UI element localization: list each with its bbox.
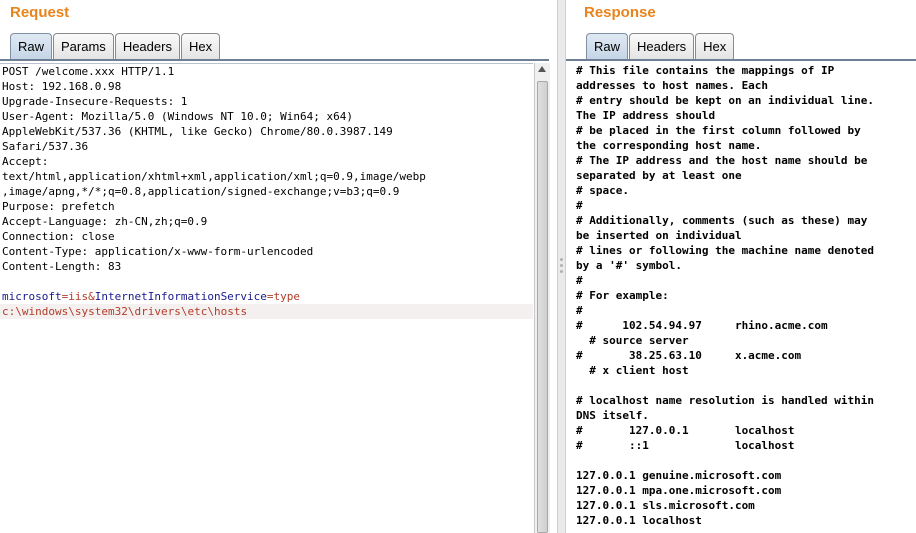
- response-line: # 38.25.63.10 x.acme.com: [576, 349, 802, 362]
- request-editor[interactable]: POST /welcome.xxx HTTP/1.1 Host: 192.168.…: [0, 63, 533, 533]
- response-tab-hex[interactable]: Hex: [695, 33, 735, 59]
- response-line: #: [576, 199, 583, 212]
- request-line: Purpose: prefetch: [2, 200, 115, 213]
- response-line: # 102.54.94.97 rhino.acme.com: [576, 319, 828, 332]
- response-line: The IP address should: [576, 109, 716, 122]
- request-tab-hex[interactable]: Hex: [180, 33, 221, 59]
- request-line: Safari/537.36: [2, 140, 89, 153]
- scroll-up-arrow-icon[interactable]: [538, 66, 546, 72]
- response-tab-underline: [566, 59, 916, 61]
- request-tab-headers[interactable]: Headers: [114, 33, 180, 59]
- response-line: # Additionally, comments (such as these)…: [576, 214, 868, 227]
- response-line: be inserted on individual: [576, 229, 742, 242]
- request-line: Accept-Language: zh-CN,zh;q=0.9: [2, 215, 208, 228]
- request-header-lines: POST /welcome.xxx HTTP/1.1 Host: 192.168.…: [0, 64, 533, 289]
- request-line: AppleWebKit/537.36 (KHTML, like Gecko) C…: [2, 125, 393, 138]
- response-line: 127.0.0.1 localhost: [576, 514, 702, 527]
- response-line: DNS itself.: [576, 409, 649, 422]
- split-divider[interactable]: [557, 0, 566, 533]
- response-tab-raw[interactable]: Raw: [586, 33, 629, 59]
- grip-dot-icon: [560, 264, 563, 267]
- response-line: # This file contains the mappings of IP: [576, 64, 835, 77]
- response-line: by a '#' symbol.: [576, 259, 682, 272]
- request-tabs: Raw Params Headers Hex: [10, 33, 221, 59]
- response-line: # localhost name resolution is handled w…: [576, 394, 875, 407]
- body-param-key: microsoft: [2, 290, 62, 303]
- path-separator: \: [68, 305, 75, 318]
- body-param-value: type: [273, 290, 301, 303]
- request-line: [0, 274, 533, 289]
- response-line: #: [576, 274, 583, 287]
- path-segment: windows: [21, 305, 69, 318]
- request-line: text/html,application/xhtml+xml,applicat…: [2, 170, 426, 183]
- response-line: addresses to host names. Each: [576, 79, 769, 92]
- request-line: Connection: close: [2, 230, 115, 243]
- request-title: Request: [10, 4, 70, 21]
- path-separator: \: [15, 305, 22, 318]
- request-body-line-1: microsoft = iis&InternetInformationService…: [0, 289, 533, 304]
- request-tab-underline: [0, 59, 549, 61]
- path-segment: hosts: [213, 305, 248, 318]
- response-line: # The IP address and the host name shoul…: [576, 154, 868, 167]
- response-line: # ::1 localhost: [576, 439, 795, 452]
- request-line: Upgrade-Insecure-Requests: 1: [2, 95, 188, 108]
- path-segment: drivers: [134, 305, 181, 318]
- response-line: # source server: [576, 334, 689, 347]
- response-line: [572, 453, 916, 468]
- request-line: Content-Type: application/x-www-form-url…: [2, 245, 314, 258]
- grip-dot-icon: [560, 258, 563, 261]
- response-tab-headers[interactable]: Headers: [629, 33, 695, 59]
- request-line: POST /welcome.xxx HTTP/1.1: [2, 65, 175, 78]
- response-line: # be placed in the first column followed…: [576, 124, 861, 137]
- response-line: # 127.0.0.1 localhost: [576, 424, 795, 437]
- request-body-line-2: c:\windows\system32\drivers\etc\hosts: [0, 304, 533, 319]
- request-tab-raw[interactable]: Raw: [10, 33, 53, 59]
- scrollbar-thumb[interactable]: [537, 81, 548, 533]
- body-param-key: InternetInformationService: [94, 290, 267, 303]
- request-line: User-Agent: Mozilla/5.0 (Windows NT 10.0…: [2, 110, 353, 123]
- request-pane: Request Raw Params Headers Hex POST /wel…: [0, 0, 557, 533]
- response-line: 127.0.0.1 genuine.microsoft.com: [576, 469, 782, 482]
- response-title: Response: [584, 4, 656, 21]
- response-line: separated by at least one: [576, 169, 742, 182]
- response-line: 127.0.0.1 sls.microsoft.com: [576, 499, 755, 512]
- response-line: [572, 378, 916, 393]
- body-ampersand: &: [88, 290, 95, 303]
- request-line: Content-Length: 83: [2, 260, 122, 273]
- response-tabs: Raw Headers Hex: [586, 33, 735, 59]
- grip-dot-icon: [560, 270, 563, 273]
- response-line: # lines or following the machine name de…: [576, 244, 875, 257]
- request-line: Accept:: [2, 155, 49, 168]
- response-line: # space.: [576, 184, 629, 197]
- response-line: the corresponding host name.: [576, 139, 762, 152]
- response-pane: Response Raw Headers Hex # This file con…: [566, 0, 916, 533]
- request-line: ,image/apng,*/*;q=0.8,application/signed…: [2, 185, 400, 198]
- path-segment: system32: [74, 305, 128, 318]
- path-separator: \: [207, 305, 214, 318]
- path-segment: c:: [2, 305, 16, 318]
- path-segment: etc: [187, 305, 208, 318]
- response-line: # entry should be kept on an individual …: [576, 94, 875, 107]
- body-equals: =: [266, 290, 274, 303]
- response-lines: # This file contains the mappings of IP a…: [572, 63, 916, 528]
- request-tab-params[interactable]: Params: [53, 33, 114, 59]
- response-line: #: [576, 304, 583, 317]
- response-editor[interactable]: # This file contains the mappings of IP a…: [572, 63, 916, 533]
- request-line: Host: 192.168.0.98: [2, 80, 122, 93]
- body-param-value: iis: [68, 290, 89, 303]
- response-line: # For example:: [576, 289, 669, 302]
- response-line: 127.0.0.1 mpa.one.microsoft.com: [576, 484, 782, 497]
- response-line: # x client host: [576, 364, 689, 377]
- request-scrollbar[interactable]: [534, 63, 550, 533]
